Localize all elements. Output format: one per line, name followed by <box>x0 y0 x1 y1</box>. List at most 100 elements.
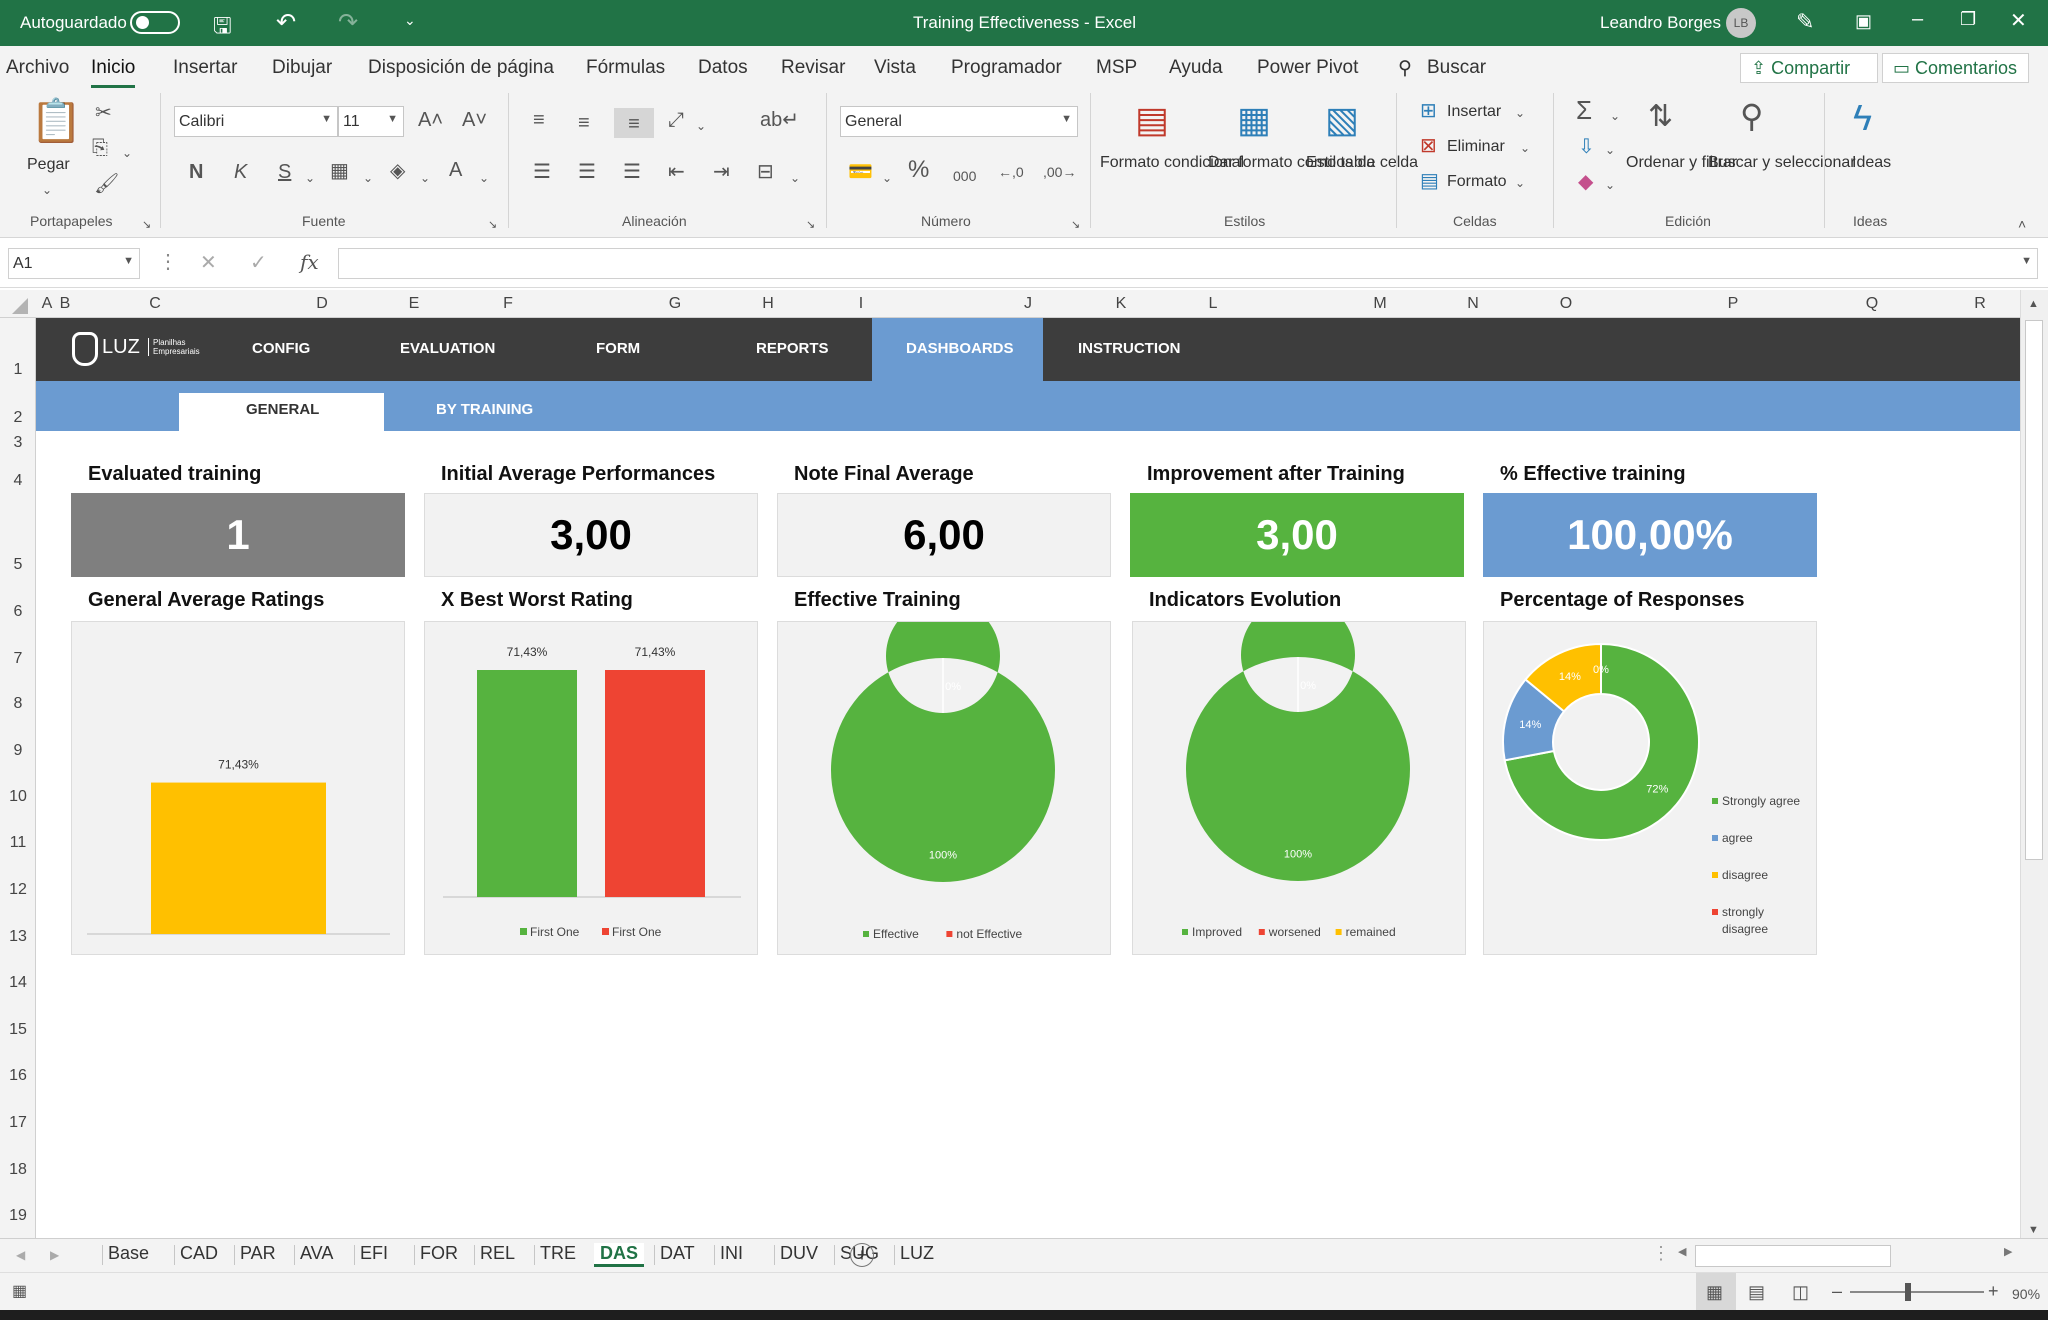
sheet-tab-for[interactable]: FOR <box>420 1243 458 1264</box>
row-header[interactable]: 19 <box>0 1207 36 1225</box>
donut-slice[interactable] <box>1185 622 1410 881</box>
normal-view-icon[interactable]: ▦ <box>1696 1273 1736 1310</box>
donut-slice[interactable] <box>1524 642 1602 713</box>
shrink-font-icon[interactable]: A˅ <box>462 110 487 130</box>
macro-record-icon[interactable]: ▦ <box>12 1282 27 1302</box>
vertical-scrollbar[interactable]: ▲ ▼ <box>2020 290 2048 1238</box>
row-header[interactable]: 6 <box>0 603 36 621</box>
italic-button[interactable]: K <box>234 162 247 182</box>
zoom-out-icon[interactable]: – <box>1832 1281 1842 1301</box>
row-header[interactable]: 10 <box>0 788 36 806</box>
menu-insertar[interactable]: Insertar <box>173 57 237 79</box>
nav-reports[interactable]: REPORTS <box>756 340 829 357</box>
column-header[interactable]: J <box>1018 295 1038 313</box>
align-left-icon[interactable]: ☰ <box>533 162 551 182</box>
copy-dropdown-icon[interactable]: ⌄ <box>122 143 132 163</box>
paste-icon[interactable]: 📋 <box>30 100 82 142</box>
sheet-tab-par[interactable]: PAR <box>240 1243 276 1264</box>
font-color-dropdown-icon[interactable]: ⌄ <box>479 168 489 188</box>
orientation-dropdown-icon[interactable]: ⌄ <box>696 116 706 136</box>
menu-revisar[interactable]: Revisar <box>781 57 845 79</box>
sheet-tab-luz[interactable]: LUZ <box>900 1243 934 1264</box>
zoom-slider-thumb[interactable] <box>1905 1283 1911 1301</box>
redo-icon[interactable]: ↷ <box>338 8 358 37</box>
menu-archivo[interactable]: Archivo <box>6 57 69 79</box>
conditional-format-label[interactable]: Formato condicional <box>1100 152 1244 173</box>
column-header[interactable]: F <box>498 295 518 313</box>
donut-slice[interactable] <box>1502 678 1566 762</box>
menu-power-pivot[interactable]: Power Pivot <box>1257 57 1358 79</box>
autosum-dropdown-icon[interactable]: ⌄ <box>1610 106 1620 126</box>
cancel-icon[interactable]: ✕ <box>200 253 217 273</box>
horizontal-scroll-thumb[interactable] <box>1695 1245 1891 1267</box>
row-header[interactable]: 8 <box>0 695 36 713</box>
increase-indent-icon[interactable]: ⇥ <box>713 162 730 182</box>
zoom-level[interactable]: 90% <box>2012 1284 2040 1304</box>
sheet-tab-dat[interactable]: DAT <box>660 1243 695 1264</box>
page-break-icon[interactable]: ◫ <box>1792 1282 1809 1302</box>
decrease-indent-icon[interactable]: ⇤ <box>668 162 685 182</box>
wrap-text-icon[interactable]: ab↵ <box>760 110 799 130</box>
column-header[interactable]: H <box>758 295 778 313</box>
avatar[interactable]: LB <box>1726 8 1756 38</box>
copy-icon[interactable]: ⎘ <box>92 138 108 158</box>
zoom-in-icon[interactable]: + <box>1988 1281 1999 1301</box>
nav-instruction[interactable]: INSTRUCTION <box>1078 340 1181 357</box>
tab-split-icon[interactable]: ⋮ <box>1652 1243 1670 1264</box>
number-launcher-icon[interactable]: ↘ <box>1071 215 1080 235</box>
row-header[interactable]: 3 <box>0 434 36 452</box>
increase-decimal-icon[interactable]: ←,0 <box>998 162 1024 182</box>
find-select-icon[interactable]: ⚲ <box>1740 100 1763 132</box>
menu-inicio[interactable]: Inicio <box>91 57 136 88</box>
comments-button[interactable]: ▭ Comentarios <box>1882 53 2029 83</box>
column-header[interactable]: A <box>37 295 57 313</box>
thousands-icon[interactable]: 000 <box>953 166 976 186</box>
bar[interactable] <box>151 782 326 934</box>
delete-dropdown-icon[interactable]: ⌄ <box>1520 138 1530 158</box>
row-header[interactable]: 2 <box>0 409 36 427</box>
clear-icon[interactable]: ◆ <box>1578 172 1593 192</box>
format-table-label[interactable]: Dar formato como tabla <box>1208 152 1375 173</box>
delete-cells-label[interactable]: Eliminar <box>1447 136 1505 157</box>
paste-dropdown-icon[interactable]: ⌄ <box>42 180 52 200</box>
row-header[interactable]: 11 <box>0 834 36 852</box>
user-name[interactable]: Leandro Borges <box>1600 13 1721 33</box>
find-select-label[interactable]: Buscar y seleccionar <box>1708 152 1856 173</box>
nav-form[interactable]: FORM <box>596 340 640 357</box>
format-table-icon[interactable]: ▦ <box>1237 102 1271 138</box>
row-header[interactable]: 12 <box>0 881 36 899</box>
nav-dashboards[interactable]: DASHBOARDS <box>906 340 1014 357</box>
font-size-select[interactable]: 11 ▼ <box>338 106 404 137</box>
borders-icon[interactable]: ▦ <box>330 161 349 181</box>
delete-cells-icon[interactable]: ⊠ <box>1420 136 1437 156</box>
number-format-select[interactable]: General ▼ <box>840 106 1078 137</box>
fill-color-icon[interactable]: ◈ <box>390 161 405 181</box>
insert-function-icon[interactable]: fx <box>300 252 319 272</box>
align-middle-icon[interactable]: ≡ <box>578 113 590 133</box>
pen-icon[interactable]: ✎ <box>1796 9 1814 35</box>
menu-disposicion[interactable]: Disposición de página <box>368 57 554 79</box>
column-header[interactable]: N <box>1463 295 1483 313</box>
orientation-icon[interactable]: ⤢ <box>668 110 684 130</box>
menu-ayuda[interactable]: Ayuda <box>1169 57 1223 79</box>
column-header[interactable]: I <box>851 295 871 313</box>
font-name-select[interactable]: Calibri ▼ <box>174 106 338 137</box>
row-header[interactable]: 9 <box>0 742 36 760</box>
row-header[interactable]: 4 <box>0 472 36 490</box>
cut-icon[interactable]: ✂ <box>95 103 112 123</box>
sheet-tab-das[interactable]: DAS <box>594 1243 645 1267</box>
clear-dropdown-icon[interactable]: ⌄ <box>1605 175 1615 195</box>
insert-dropdown-icon[interactable]: ⌄ <box>1515 103 1525 123</box>
undo-icon[interactable]: ↶ <box>276 8 296 37</box>
prev-sheet-icon[interactable]: ◀ <box>16 1248 25 1262</box>
align-bottom-icon[interactable]: ≡ <box>614 108 654 138</box>
menu-datos[interactable]: Datos <box>698 57 748 79</box>
menu-formulas[interactable]: Fórmulas <box>586 57 665 79</box>
align-top-icon[interactable]: ≡ <box>533 110 545 130</box>
scroll-down-icon[interactable]: ▼ <box>2028 1220 2039 1240</box>
column-header[interactable]: B <box>55 295 75 313</box>
sheet-tab-base[interactable]: Base <box>108 1243 149 1264</box>
menu-msp[interactable]: MSP <box>1096 57 1137 79</box>
merge-dropdown-icon[interactable]: ⌄ <box>790 168 800 188</box>
subtab-by-training[interactable]: BY TRAINING <box>436 401 533 418</box>
